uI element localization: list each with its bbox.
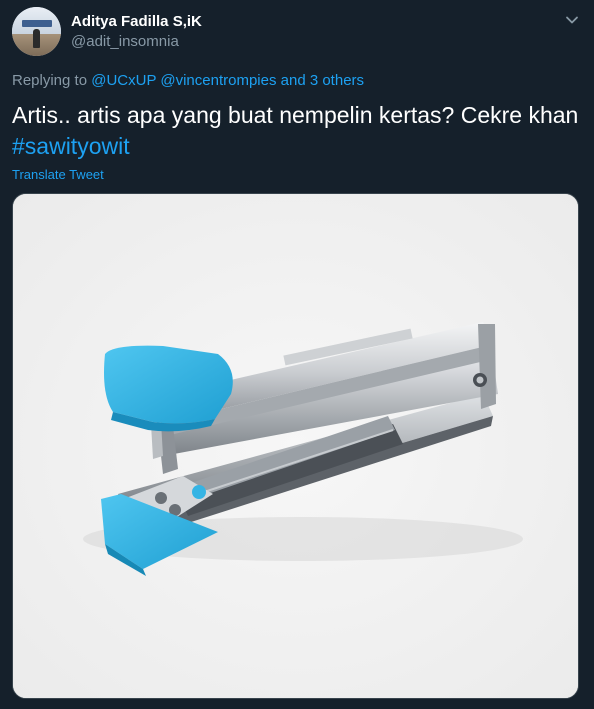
stapler-image (13, 194, 578, 698)
author-display-name[interactable]: Aditya Fadilla S,iK (71, 13, 202, 31)
author-handle[interactable]: @adit_insomnia (71, 33, 202, 51)
mention-vincentrompies[interactable]: @vincentrompies (160, 72, 276, 89)
mention-others[interactable]: and 3 others (281, 72, 364, 89)
tweet-media-image[interactable] (12, 193, 579, 699)
tweet-text: Artis.. artis apa yang buat nempelin ker… (12, 100, 582, 162)
translate-tweet-link[interactable]: Translate Tweet (12, 167, 104, 182)
chevron-down-icon[interactable] (565, 13, 579, 27)
mention-ucxup[interactable]: @UCxUP (91, 72, 156, 89)
replying-to: Replying to @UCxUP @vincentrompies and 3… (12, 72, 364, 89)
tweet: Aditya Fadilla S,iK @adit_insomnia Reply… (0, 0, 594, 709)
replying-prefix: Replying to (12, 72, 88, 89)
tweet-body: Artis.. artis apa yang buat nempelin ker… (12, 102, 579, 128)
author-info[interactable]: Aditya Fadilla S,iK @adit_insomnia (71, 13, 202, 51)
avatar[interactable] (12, 7, 61, 56)
hashtag-link[interactable]: #sawityowit (12, 131, 582, 162)
